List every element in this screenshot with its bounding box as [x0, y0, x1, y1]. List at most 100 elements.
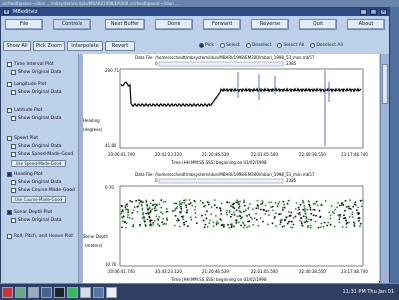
depth-point[interactable] [121, 216, 124, 219]
depth-point[interactable] [145, 212, 148, 215]
depth-point[interactable] [219, 209, 222, 212]
depth-point[interactable] [267, 223, 269, 226]
depth-point[interactable] [328, 211, 331, 214]
depth-point[interactable] [188, 199, 191, 201]
depth-point[interactable] [304, 210, 306, 213]
depth-point[interactable] [243, 210, 245, 213]
depth-point[interactable] [165, 207, 168, 210]
depth-point[interactable] [231, 213, 233, 216]
speed-checkbox[interactable] [7, 136, 12, 141]
depth-point[interactable] [231, 223, 233, 226]
depth-point[interactable] [124, 204, 127, 207]
pick-zoom-button[interactable]: Pick Zoom [33, 41, 65, 51]
depth-point[interactable] [346, 221, 349, 224]
show-original-6-checkbox[interactable] [11, 218, 16, 223]
depth-point[interactable] [257, 224, 260, 227]
depth-point[interactable] [185, 204, 187, 207]
depth-point[interactable] [149, 202, 152, 205]
show-original-1[interactable]: Show Original Data [11, 70, 61, 75]
depth-point[interactable] [360, 205, 363, 208]
bg-title-1[interactable]: sscheidt@seal:~/idun …/mbsystem/scripts/… [2, 0, 128, 7]
close-icon[interactable]: × [380, 9, 387, 15]
depth-point[interactable] [138, 202, 141, 205]
depth-point[interactable] [337, 202, 339, 204]
depth-point[interactable] [189, 202, 192, 204]
depth-point[interactable] [341, 225, 344, 228]
depth-point[interactable] [295, 202, 298, 204]
depth-point[interactable] [125, 226, 127, 229]
depth-point[interactable] [351, 213, 354, 216]
depth-point[interactable] [356, 209, 358, 212]
depth-point[interactable] [239, 215, 242, 218]
depth-point[interactable] [162, 218, 165, 220]
depth-point[interactable] [183, 199, 185, 202]
depth-point[interactable] [216, 221, 218, 223]
depth-point[interactable] [220, 219, 223, 222]
depth-point[interactable] [233, 225, 235, 228]
latitude-checkbox[interactable] [7, 108, 12, 113]
depth-point[interactable] [239, 211, 242, 214]
depth-point[interactable] [342, 204, 345, 206]
depth-point[interactable] [215, 223, 218, 226]
depth-point[interactable] [127, 209, 129, 212]
quit-button[interactable]: Quit [299, 19, 337, 30]
depth-point[interactable] [153, 220, 156, 222]
forward-button[interactable]: Forward [203, 19, 241, 30]
depth-point[interactable] [152, 199, 155, 202]
depth-point[interactable] [202, 219, 205, 222]
depth-point[interactable] [244, 204, 246, 207]
depth-point[interactable] [319, 226, 322, 229]
radio-select[interactable]: Select [219, 41, 240, 49]
depth-point[interactable] [176, 217, 179, 220]
depth-point[interactable] [275, 225, 277, 228]
depth-point[interactable] [236, 215, 239, 218]
depth-point[interactable] [301, 224, 304, 227]
depth-point[interactable] [278, 201, 281, 204]
depth-point[interactable] [353, 223, 356, 225]
radio-deselect-all[interactable]: Deselect All [310, 41, 343, 49]
depth-point[interactable] [174, 208, 177, 211]
depth-point[interactable] [210, 206, 213, 209]
taskbar-app-icon-6[interactable] [67, 286, 78, 298]
depth-point[interactable] [344, 217, 347, 220]
depth-point[interactable] [120, 205, 123, 208]
depth-point[interactable] [244, 209, 247, 212]
depth-point[interactable] [310, 212, 313, 215]
depth-point[interactable] [194, 200, 197, 203]
depth-point[interactable] [132, 223, 135, 226]
depth-point[interactable] [330, 205, 333, 208]
depth-point[interactable] [242, 222, 245, 225]
depth-point[interactable] [182, 218, 185, 221]
depth-point[interactable] [219, 207, 222, 210]
depth-point[interactable] [127, 214, 129, 216]
revert-button[interactable]: Revert [105, 41, 135, 51]
depth-point[interactable] [220, 213, 223, 215]
depth-point[interactable] [302, 201, 305, 204]
depth-point[interactable] [343, 217, 345, 220]
depth-point[interactable] [141, 217, 144, 220]
depth-point[interactable] [206, 210, 208, 213]
depth-point[interactable] [277, 202, 280, 205]
depth-point[interactable] [249, 203, 251, 205]
depth-point[interactable] [173, 202, 175, 205]
depth-point[interactable] [180, 207, 183, 210]
time-interval-checkbox[interactable] [7, 62, 12, 67]
speed-toggle[interactable]: Speed Plot [7, 136, 38, 141]
depth-point[interactable] [272, 209, 274, 212]
depth-point[interactable] [230, 215, 232, 218]
depth-point[interactable] [327, 221, 330, 224]
heading-checkbox[interactable] [7, 172, 12, 177]
depth-point[interactable] [354, 201, 357, 204]
minimize-icon[interactable]: _ [360, 9, 367, 15]
depth-point[interactable] [144, 220, 146, 223]
depth-point[interactable] [183, 201, 186, 204]
depth-point[interactable] [154, 209, 156, 212]
depth-point[interactable] [304, 212, 307, 215]
depth-point[interactable] [264, 204, 267, 207]
plots-scroll-thumb[interactable] [382, 64, 388, 104]
depth-point[interactable] [271, 222, 274, 225]
depth-point[interactable] [261, 200, 264, 202]
depth-point[interactable] [213, 199, 216, 202]
depth-point[interactable] [204, 213, 207, 216]
sonar-depth-checkbox[interactable] [7, 210, 12, 215]
